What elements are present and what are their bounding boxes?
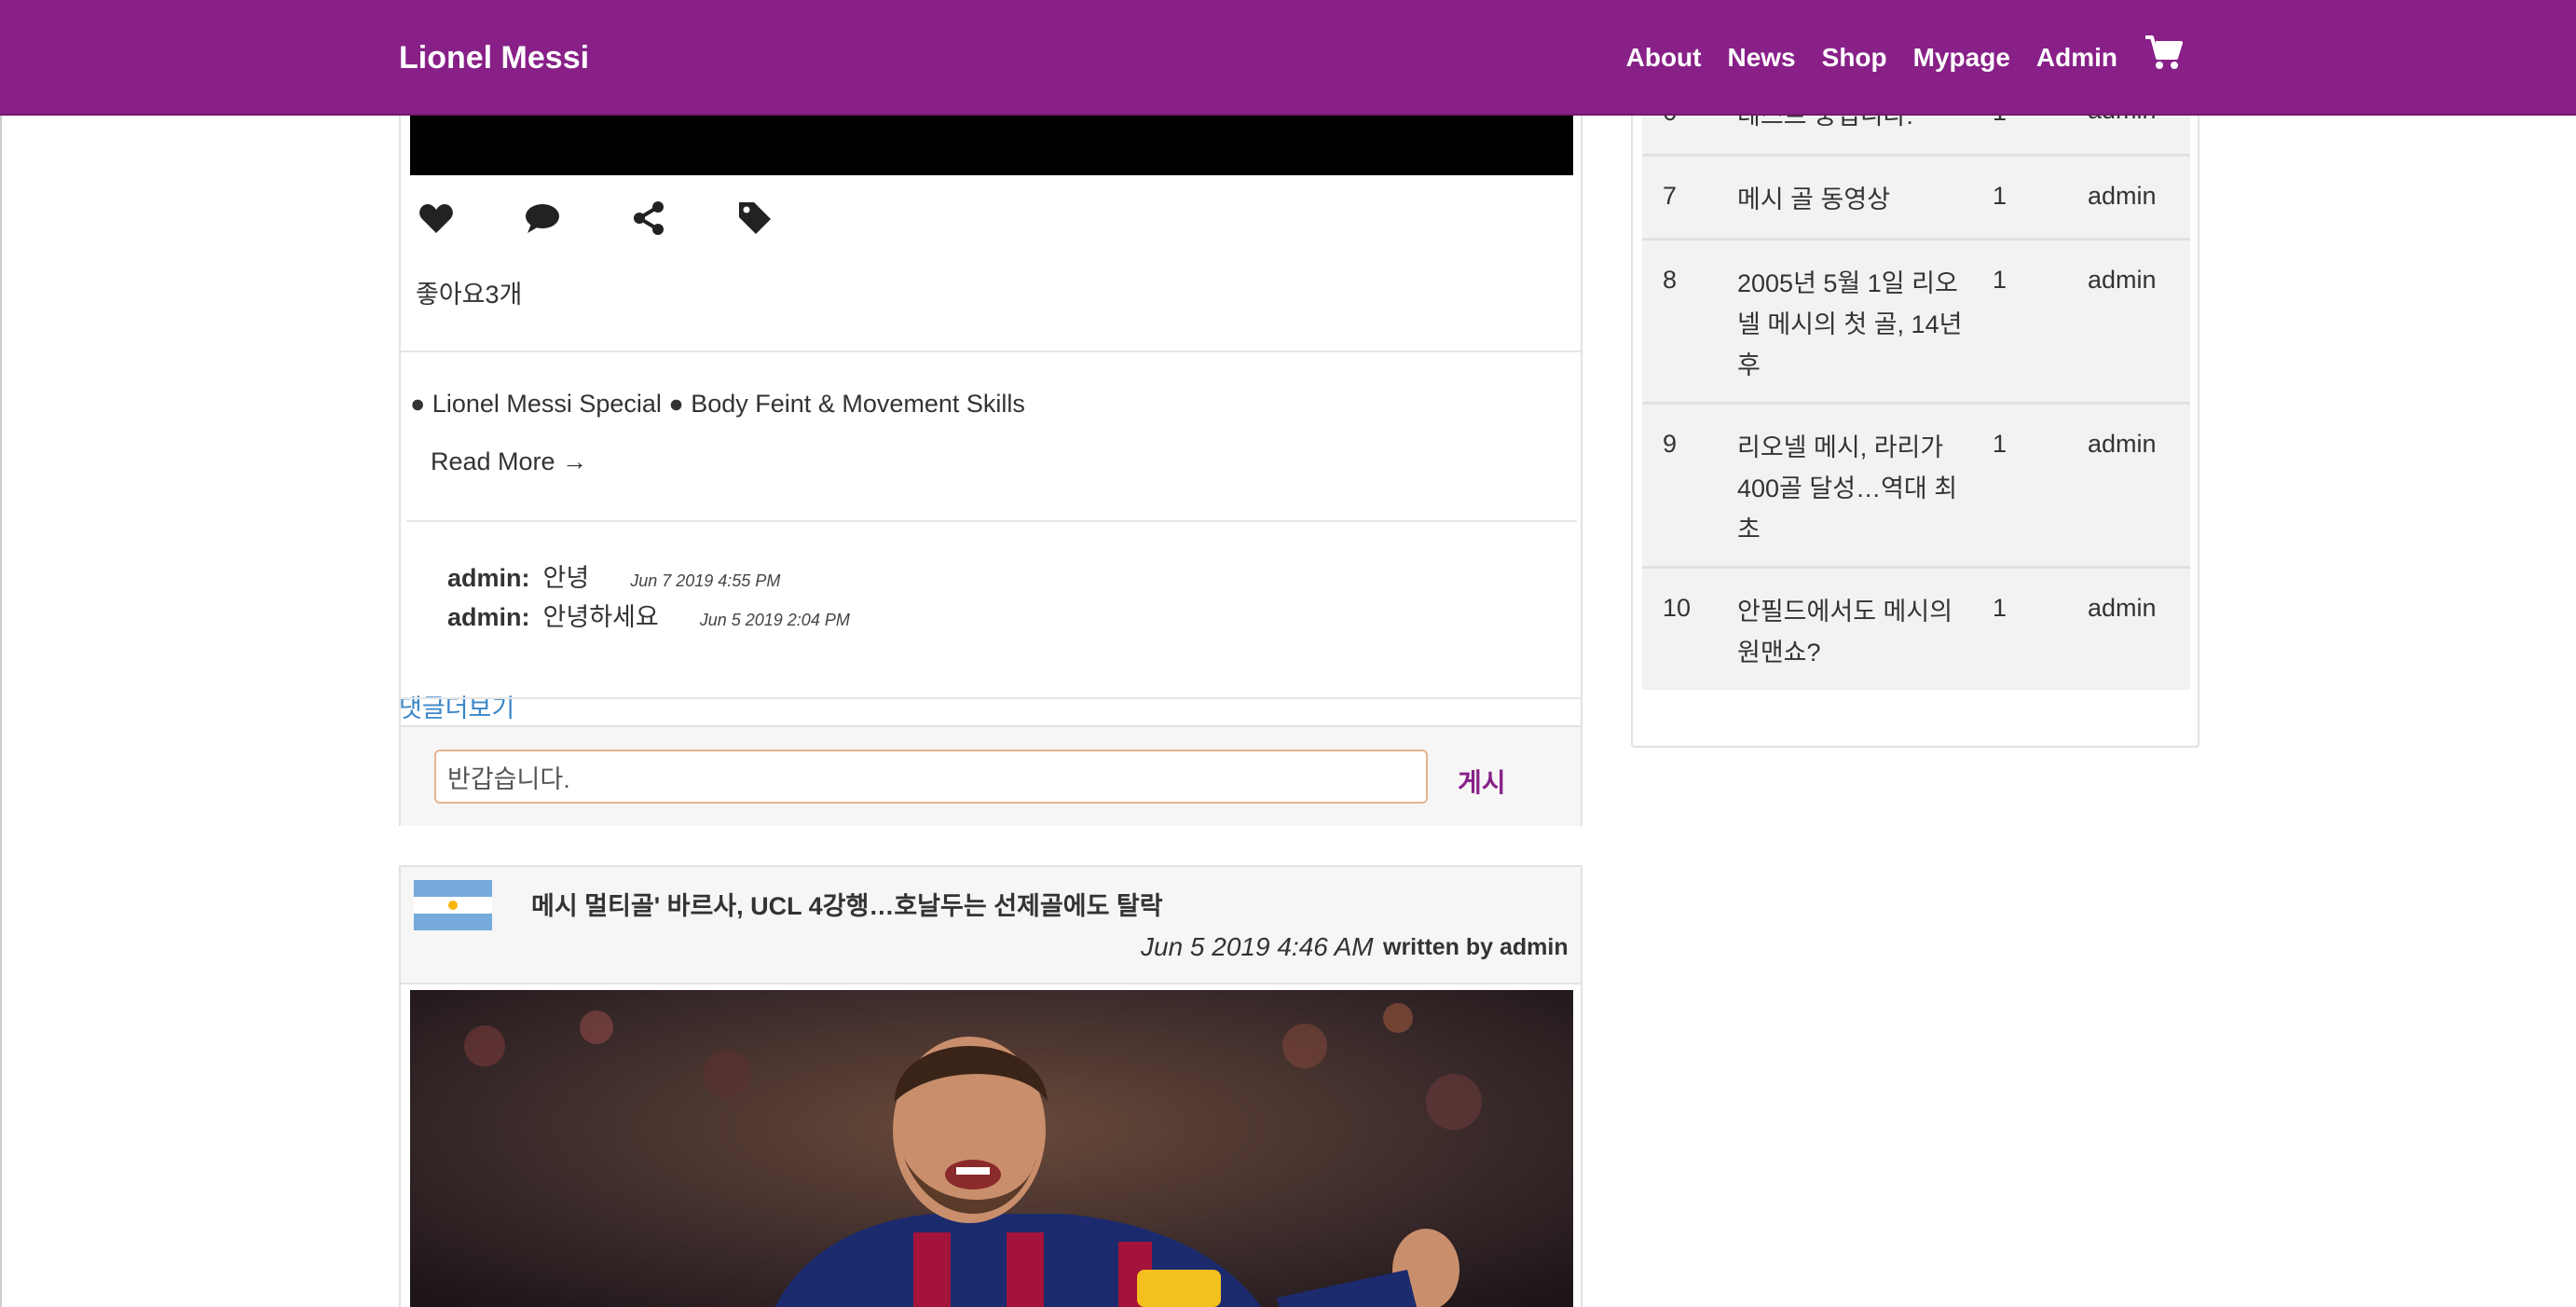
post-card: 좋아요3개 ● Lionel Messi Special ● Body Fein… <box>399 56 1583 826</box>
nav-news[interactable]: News <box>1727 41 1795 75</box>
tag-icon[interactable] <box>736 199 774 237</box>
messi-celebration-image <box>410 990 1573 1307</box>
table-row[interactable]: 7 메시 골 동영상 1 admin <box>1642 157 2190 241</box>
row-number: 9 <box>1663 430 1678 458</box>
nav-about[interactable]: About <box>1626 41 1702 75</box>
row-count: 1 <box>1993 182 2007 210</box>
row-author: admin <box>2088 594 2157 622</box>
row-number: 10 <box>1663 594 1692 622</box>
post-comment-button[interactable]: 게시 <box>1458 763 1506 800</box>
row-title[interactable]: 안필드에서도 메시의 원맨쇼? <box>1737 591 1970 673</box>
row-title[interactable]: 리오넬 메시, 라리가 400골 달성…역대 최초 <box>1737 427 1970 550</box>
shopping-cart-icon[interactable] <box>2144 34 2183 71</box>
nav-shop[interactable]: Shop <box>1822 41 1887 75</box>
post-header: 메시 멀티골' 바르사, UCL 4강행…호날두는 선제골에도 탈락 Jun 5… <box>401 867 1581 984</box>
read-more-link[interactable]: Read More → <box>431 447 587 476</box>
divider <box>406 520 1577 522</box>
comment-item: admin: 안녕 Jun 7 2019 4:55 PM <box>447 557 780 594</box>
row-title[interactable]: 메시 골 동영상 <box>1737 179 1970 220</box>
row-author: admin <box>2088 430 2157 458</box>
recent-posts-panel: 6 테스트 중입니다. 1 admin 7 메시 골 동영상 1 admin 8… <box>1631 56 2199 748</box>
row-title[interactable]: 2005년 5월 1일 리오넬 메시의 첫 골, 14년 후 <box>1737 263 1970 386</box>
navbar: Lionel Messi About News Shop Mypage Admi… <box>0 0 2576 116</box>
post-description: ● Lionel Messi Special ● Body Feint & Mo… <box>410 390 1025 418</box>
likes-count: 좋아요3개 <box>416 281 523 309</box>
row-number: 7 <box>1663 182 1678 210</box>
argentina-flag-icon <box>414 880 492 930</box>
comment-item: admin: 안녕하세요 Jun 5 2019 2:04 PM <box>447 597 850 633</box>
post-photo <box>410 990 1573 1307</box>
page-edge <box>0 0 2 1307</box>
comment-input[interactable] <box>434 750 1428 804</box>
share-icon[interactable] <box>630 199 667 237</box>
comment-author: admin: <box>447 564 530 592</box>
table-row[interactable]: 10 안필드에서도 메시의 원맨쇼? 1 admin <box>1642 569 2190 690</box>
comment-date: Jun 5 2019 2:04 PM <box>699 611 850 629</box>
nav-admin[interactable]: Admin <box>2036 41 2117 75</box>
divider <box>401 697 1581 699</box>
table-row[interactable]: 9 리오넬 메시, 라리가 400골 달성…역대 최초 1 admin <box>1642 405 2190 569</box>
row-author: admin <box>2088 266 2157 294</box>
page: Lionel Messi About News Shop Mypage Admi… <box>0 0 2576 1307</box>
comment-text: 안녕 <box>542 564 590 592</box>
comment-icon[interactable] <box>524 199 561 237</box>
heart-icon[interactable] <box>418 199 455 237</box>
post-author: written by admin <box>1383 934 1569 960</box>
more-comments-link[interactable]: 댓글더보기 <box>399 688 514 724</box>
table-row[interactable]: 8 2005년 5월 1일 리오넬 메시의 첫 골, 14년 후 1 admin <box>1642 241 2190 405</box>
post-card: 메시 멀티골' 바르사, UCL 4강행…호날두는 선제골에도 탈락 Jun 5… <box>399 865 1583 1307</box>
nav-mypage[interactable]: Mypage <box>1913 41 2010 75</box>
row-author: admin <box>2088 182 2157 210</box>
comment-date: Jun 7 2019 4:55 PM <box>630 571 781 590</box>
row-number: 8 <box>1663 266 1678 294</box>
post-date: Jun 5 2019 4:46 AM <box>1141 932 1374 961</box>
comment-text: 안녕하세요 <box>542 603 659 631</box>
row-count: 1 <box>1993 266 2007 294</box>
comment-author: admin: <box>447 603 530 631</box>
nav-links: About News Shop Mypage Admin <box>1600 35 2183 75</box>
brand-link[interactable]: Lionel Messi <box>399 39 589 76</box>
row-count: 1 <box>1993 594 2007 622</box>
post-title[interactable]: 메시 멀티골' 바르사, UCL 4강행…호날두는 선제골에도 탈락 <box>531 886 1163 922</box>
divider <box>401 351 1581 352</box>
post-actions <box>418 199 843 237</box>
row-count: 1 <box>1993 430 2007 458</box>
comment-form: 게시 <box>401 725 1581 826</box>
